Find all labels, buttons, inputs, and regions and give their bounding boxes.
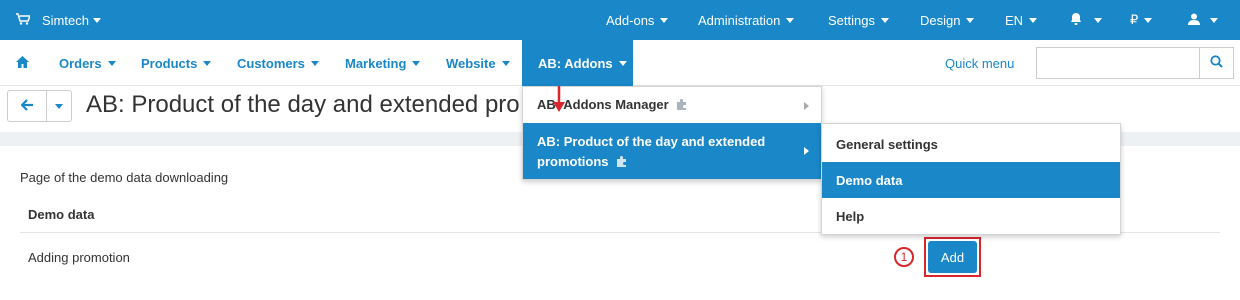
back-button[interactable] (7, 90, 47, 122)
chevron-down-icon (92, 17, 101, 23)
chevron-down-icon (618, 60, 627, 66)
store-switcher[interactable]: Simtech (16, 0, 101, 40)
chevron-down-icon (412, 60, 421, 66)
menu-design[interactable]: Design (920, 0, 975, 40)
search-icon (1210, 55, 1223, 71)
menu-label: Add-ons (606, 12, 655, 28)
puzzle-icon (676, 98, 688, 113)
nav-website[interactable]: Website (446, 40, 510, 86)
add-button[interactable]: Add (928, 241, 977, 273)
top-bar: Simtech Add-ons Administration Settings … (0, 0, 1240, 40)
submenu-help[interactable]: Help (822, 198, 1120, 234)
menu-label: EN (1005, 12, 1024, 28)
chevron-down-icon (786, 17, 795, 23)
nav-label: Orders (59, 55, 102, 71)
currency-label: ₽ (1130, 12, 1139, 27)
chevron-down-icon (1029, 17, 1038, 23)
chevron-down-icon (1094, 17, 1102, 23)
home-icon (16, 55, 29, 71)
menu-language[interactable]: EN (1005, 0, 1038, 40)
arrow-down-icon (553, 86, 565, 112)
nav-label: Website (446, 55, 496, 71)
page-description: Page of the demo data downloading (20, 170, 229, 185)
chevron-down-icon (203, 60, 212, 66)
nav-label: Marketing (345, 55, 407, 71)
menu-item-product-of-the-day[interactable]: AB: Product of the day and extended prom… (523, 123, 821, 179)
chevron-right-icon (804, 102, 809, 110)
menu-label: Settings (828, 12, 875, 28)
nav-products[interactable]: Products (141, 40, 212, 86)
user-menu[interactable] (1188, 0, 1218, 40)
chevron-down-icon (966, 17, 975, 23)
chevron-down-icon (501, 60, 510, 66)
quick-menu-link[interactable]: Quick menu (945, 40, 1014, 86)
search-input[interactable] (1037, 48, 1199, 78)
nav-label: Customers (237, 55, 305, 71)
menu-administration[interactable]: Administration (698, 0, 795, 40)
search-button[interactable] (1199, 48, 1233, 78)
bell-icon (1070, 12, 1082, 28)
search-box[interactable] (1036, 47, 1234, 79)
chevron-down-icon (880, 17, 889, 23)
addon-submenu: General settings Demo data Help (821, 123, 1121, 235)
submenu-general-settings[interactable]: General settings (822, 126, 1120, 162)
nav-label: AB: Addons (538, 55, 613, 71)
chevron-down-icon (1210, 17, 1218, 23)
notifications-menu[interactable] (1070, 0, 1102, 40)
menu-settings[interactable]: Settings (828, 0, 889, 40)
menu-item-label: AB: Product of the day and extended (537, 134, 766, 149)
history-dropdown-button[interactable] (46, 90, 72, 122)
cart-icon (16, 12, 32, 28)
nav-marketing[interactable]: Marketing (345, 40, 421, 86)
table-header: Demo data (28, 207, 95, 222)
currency-menu[interactable]: ₽ (1130, 0, 1153, 40)
store-name: Simtech (42, 12, 89, 28)
arrow-left-icon (19, 98, 34, 114)
chevron-down-icon (1144, 17, 1153, 23)
chevron-down-icon (310, 60, 319, 66)
menu-label: Administration (698, 12, 781, 28)
home-link[interactable] (16, 40, 29, 86)
step-badge: 1 (894, 247, 914, 267)
chevron-down-icon (55, 103, 63, 109)
nav-orders[interactable]: Orders (59, 40, 116, 86)
menu-addons[interactable]: Add-ons (606, 0, 669, 40)
nav-ab-addons[interactable]: AB: Addons (522, 40, 633, 86)
nav-customers[interactable]: Customers (237, 40, 319, 86)
puzzle-icon (616, 153, 628, 173)
nav-label: Products (141, 55, 198, 71)
menu-label: Design (920, 12, 961, 28)
main-nav: Orders Products Customers Marketing Webs… (0, 40, 1240, 86)
row-label: Adding promotion (28, 250, 130, 265)
submenu-demo-data[interactable]: Demo data (822, 162, 1120, 198)
chevron-down-icon (107, 60, 116, 66)
chevron-down-icon (660, 17, 669, 23)
page-title: AB: Product of the day and extended pro (86, 91, 520, 118)
menu-item-label: promotions (537, 154, 609, 169)
user-icon (1188, 13, 1200, 28)
chevron-right-icon (804, 147, 809, 155)
